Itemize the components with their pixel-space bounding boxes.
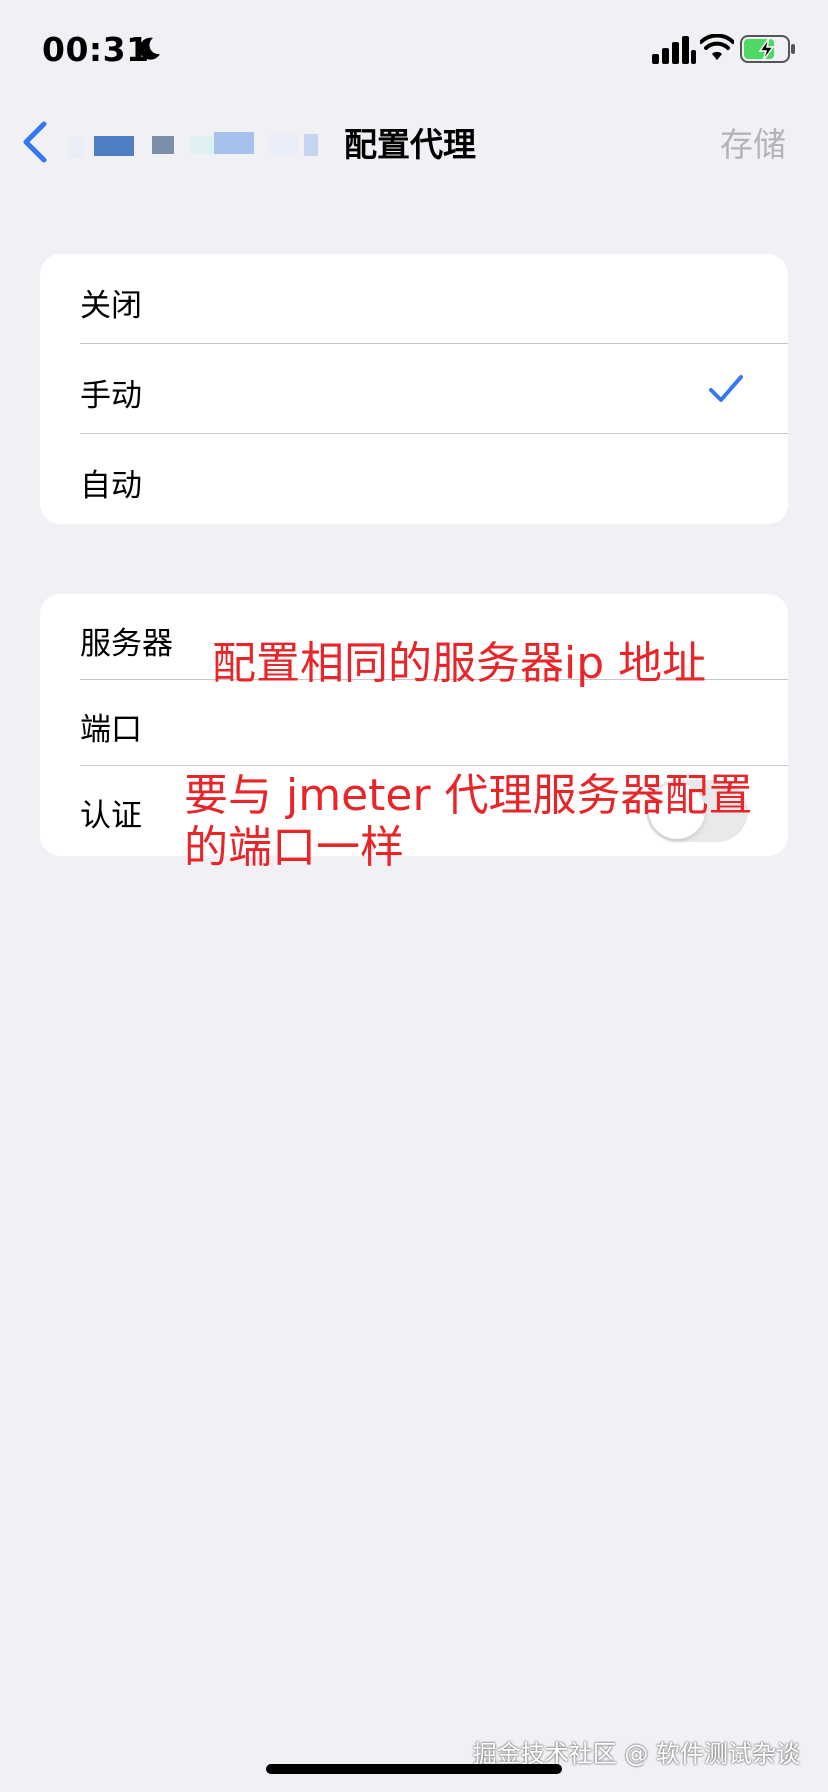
save-button[interactable]: 存储 <box>720 118 786 166</box>
auth-label: 认证 <box>80 798 142 834</box>
proxy-mode-off-row[interactable]: 关闭 <box>40 254 788 344</box>
checkmark-icon <box>709 375 743 402</box>
chevron-left-icon[interactable] <box>20 120 50 164</box>
proxy-mode-auto-row[interactable]: 自动 <box>40 434 788 524</box>
port-row[interactable]: 端口 <box>40 680 788 766</box>
moon-icon <box>139 37 160 60</box>
proxy-mode-manual-label: 手动 <box>80 378 142 414</box>
proxy-mode-auto-label: 自动 <box>80 468 142 504</box>
status-bar: 00:31 <box>0 0 828 100</box>
signal-icon <box>652 36 696 64</box>
home-indicator[interactable] <box>266 1764 562 1774</box>
blurred-back-label[interactable] <box>68 128 320 164</box>
server-label: 服务器 <box>80 626 173 662</box>
battery-charging-icon <box>740 35 795 63</box>
proxy-mode-group: 关闭 手动 自动 <box>40 254 788 524</box>
port-annotation: 要与 jmeter 代理服务器配置 的端口一样 <box>184 770 753 873</box>
server-annotation: 配置相同的服务器ip 地址 <box>212 638 707 689</box>
page-title: 配置代理 <box>344 125 476 164</box>
proxy-mode-off-label: 关闭 <box>80 288 142 324</box>
nav-bar: 配置代理 存储 <box>0 100 828 180</box>
port-label: 端口 <box>80 712 142 748</box>
proxy-mode-manual-row[interactable]: 手动 <box>40 344 788 434</box>
wifi-icon <box>700 34 734 60</box>
